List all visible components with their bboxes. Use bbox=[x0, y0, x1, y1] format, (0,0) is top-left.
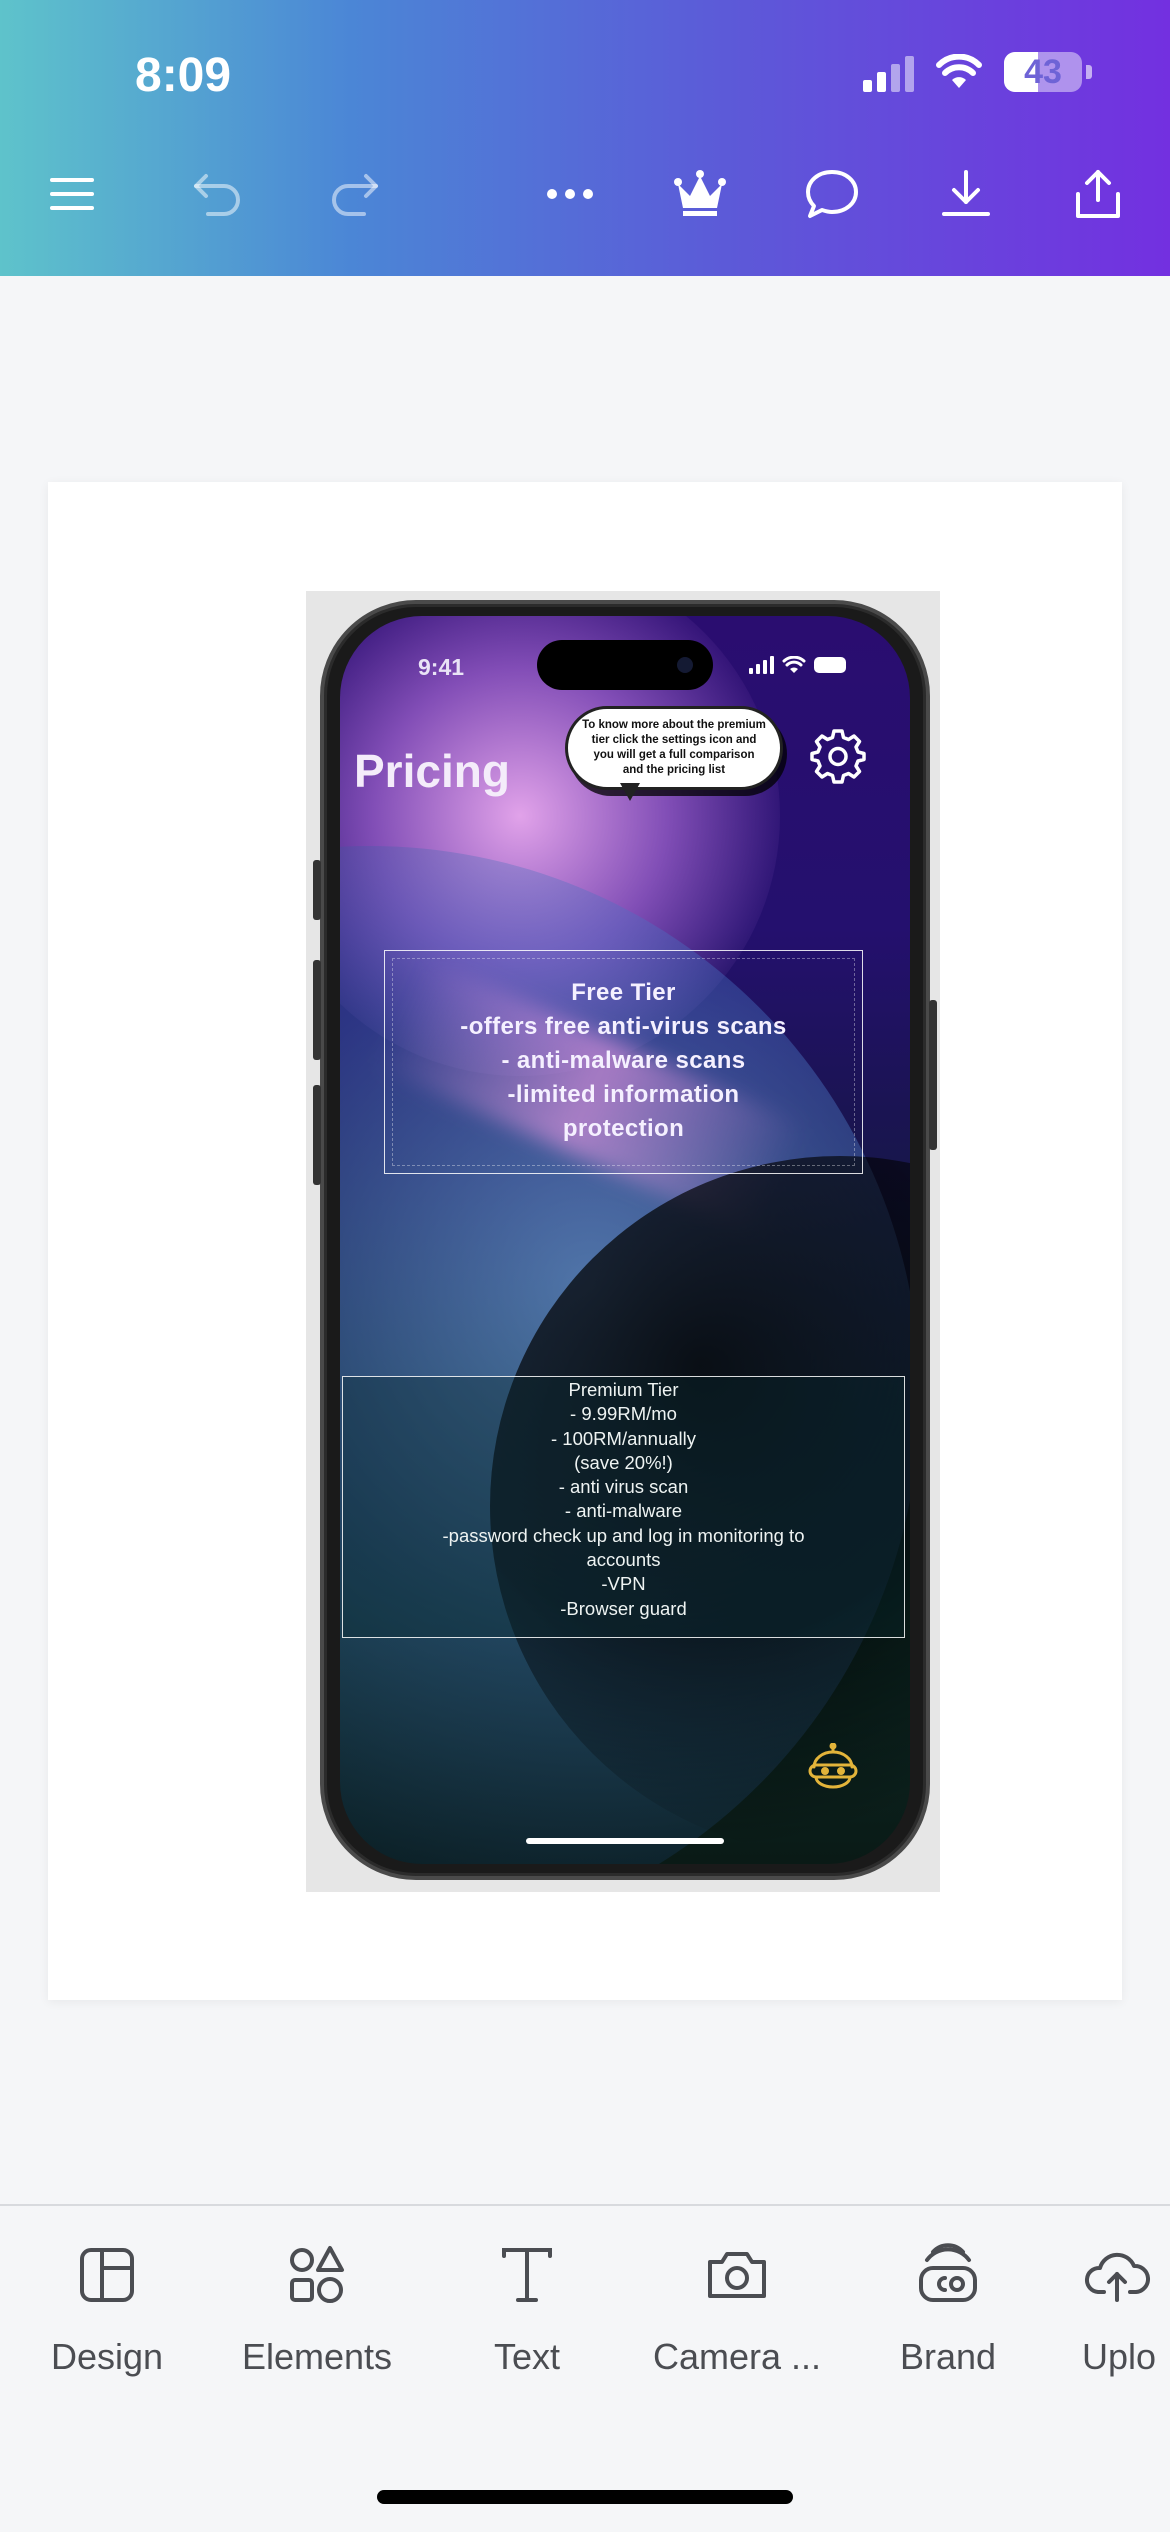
premium-tier-line: - 9.99RM/mo bbox=[570, 1403, 677, 1425]
phone-side-button bbox=[313, 960, 321, 1060]
premium-tier-line: -password check up and log in monitoring… bbox=[442, 1524, 805, 1546]
nav-label: Elements bbox=[241, 2336, 393, 2377]
free-tier-line: -offers free anti-virus scans bbox=[460, 1013, 787, 1040]
top-toolbar: 8:09 43 bbox=[0, 0, 1170, 276]
wifi-icon bbox=[782, 656, 806, 673]
redo-icon[interactable] bbox=[324, 162, 388, 226]
home-indicator bbox=[377, 2490, 793, 2504]
status-icons: 43 bbox=[863, 52, 1092, 92]
share-icon[interactable] bbox=[1066, 162, 1130, 226]
nav-uploads[interactable]: Uplo bbox=[1082, 2240, 1170, 2378]
crown-icon[interactable] bbox=[668, 162, 732, 226]
phone-home-indicator bbox=[526, 1838, 724, 1844]
battery-percent: 43 bbox=[1024, 53, 1062, 91]
nav-design[interactable]: Design bbox=[48, 2240, 166, 2378]
nav-label: Camera ... bbox=[652, 2336, 822, 2377]
download-icon[interactable] bbox=[934, 162, 998, 226]
undo-icon[interactable] bbox=[184, 162, 248, 226]
free-tier-line: Free Tier bbox=[571, 979, 676, 1006]
premium-tier-line: (save 20%!) bbox=[574, 1451, 673, 1473]
status-time: 8:09 bbox=[135, 49, 232, 102]
free-tier-line: protection bbox=[562, 1115, 685, 1142]
text-icon bbox=[502, 2248, 552, 2302]
phone-side-button bbox=[313, 860, 321, 920]
cellular-signal-icon bbox=[749, 656, 774, 674]
premium-tier-line: Premium Tier bbox=[568, 1379, 679, 1400]
phone-side-button bbox=[929, 1000, 937, 1150]
free-tier-line: -limited information bbox=[507, 1081, 740, 1108]
nav-label: Design bbox=[50, 2336, 164, 2377]
nav-brand[interactable]: Brand bbox=[892, 2240, 1004, 2378]
nav-label: Brand bbox=[899, 2336, 997, 2377]
more-icon[interactable] bbox=[538, 162, 602, 226]
premium-tier-line: -VPN bbox=[601, 1573, 646, 1595]
camera-icon bbox=[708, 2252, 766, 2298]
battery-icon bbox=[814, 657, 846, 673]
gear-icon[interactable] bbox=[808, 726, 868, 786]
nav-text[interactable]: Text bbox=[482, 2240, 572, 2378]
nav-label: Text bbox=[493, 2336, 561, 2377]
robot-icon[interactable] bbox=[806, 1743, 860, 1791]
dynamic-island bbox=[537, 640, 713, 690]
phone-screen bbox=[340, 616, 910, 1864]
page-title[interactable]: Pricing bbox=[354, 744, 510, 798]
layout-icon bbox=[80, 2248, 134, 2302]
tooltip-text: To know more about the premium tier clic… bbox=[582, 718, 766, 777]
phone-status-icons bbox=[749, 656, 846, 674]
upload-icon bbox=[1085, 2252, 1150, 2302]
premium-tier-text: Premium Tier - 9.99RM/mo - 100RM/annuall… bbox=[342, 1378, 905, 1621]
premium-tier-line: - 100RM/annually bbox=[551, 1427, 696, 1449]
nav-camera[interactable]: Camera ... bbox=[646, 2240, 828, 2378]
wifi-icon bbox=[936, 54, 982, 88]
comment-icon[interactable] bbox=[800, 162, 864, 226]
cellular-signal-icon bbox=[863, 52, 914, 92]
menu-icon[interactable] bbox=[40, 162, 104, 226]
battery-icon: 43 bbox=[1004, 52, 1082, 92]
tooltip-tail bbox=[620, 783, 640, 801]
tooltip-bubble[interactable]: To know more about the premium tier clic… bbox=[565, 706, 783, 790]
premium-tier-line: -Browser guard bbox=[560, 1597, 687, 1619]
nav-label: Uplo bbox=[1082, 2336, 1157, 2377]
brand-icon bbox=[919, 2243, 977, 2302]
free-tier-text: Free Tier -offers free anti-virus scans … bbox=[384, 976, 863, 1146]
premium-tier-line: - anti virus scan bbox=[558, 1476, 689, 1498]
premium-tier-line: accounts bbox=[586, 1549, 661, 1571]
shapes-icon bbox=[290, 2246, 344, 2303]
nav-elements[interactable]: Elements bbox=[234, 2240, 400, 2378]
phone-status-time: 9:41 bbox=[418, 654, 465, 680]
free-tier-line: - anti-malware scans bbox=[501, 1047, 746, 1074]
phone-side-button bbox=[313, 1085, 321, 1185]
premium-tier-line: - anti-malware bbox=[564, 1500, 683, 1522]
